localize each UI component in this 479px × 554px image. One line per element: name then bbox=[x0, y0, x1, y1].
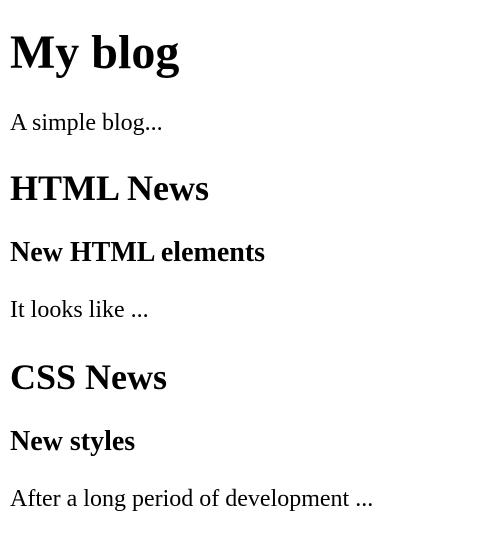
article-excerpt-new-html-elements: It looks like ... bbox=[10, 297, 149, 323]
article-title-new-html-elements: New HTML elements bbox=[10, 237, 266, 268]
blog-title: My blog bbox=[10, 26, 180, 79]
blog-subtitle: A simple blog... bbox=[10, 110, 163, 136]
article-excerpt-new-styles: After a long period of development ... bbox=[10, 486, 374, 512]
section-title-css-news: CSS News bbox=[10, 357, 168, 397]
section-title-html-news: HTML News bbox=[10, 168, 210, 208]
article-title-new-styles: New styles bbox=[10, 426, 136, 457]
